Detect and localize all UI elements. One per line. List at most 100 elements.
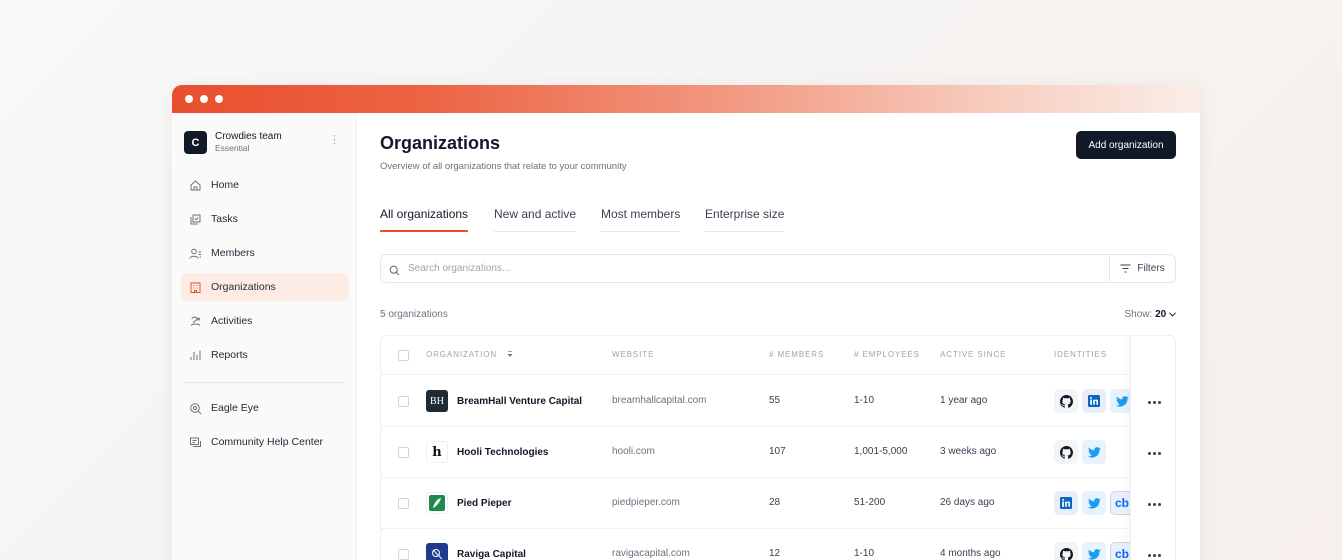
search-input[interactable] <box>408 258 1098 279</box>
filters-button[interactable]: Filters <box>1109 255 1175 282</box>
org-active-since: 26 days ago <box>940 497 995 508</box>
org-active-since: 3 weeks ago <box>940 446 997 457</box>
members-icon <box>189 247 202 260</box>
row-checkbox[interactable] <box>398 498 409 509</box>
row-more-icon[interactable] <box>1145 497 1163 511</box>
github-icon[interactable] <box>1054 389 1078 413</box>
organizations-table: Organization Website # Members # Employe… <box>380 335 1176 560</box>
row-more-icon[interactable] <box>1145 446 1163 460</box>
org-members: 55 <box>769 395 781 406</box>
org-logo: BH <box>426 390 448 412</box>
page-subtitle: Overview of all organizations that relat… <box>380 161 627 172</box>
sidebar-item-eagle-eye[interactable]: Eagle Eye <box>181 394 349 422</box>
pied-piper-logo <box>426 492 448 514</box>
activities-icon <box>189 315 202 328</box>
eagle-eye-icon <box>189 402 202 415</box>
org-website[interactable]: piedpieper.com <box>612 497 680 508</box>
sidebar-item-help-center[interactable]: Community Help Center <box>181 428 349 456</box>
sidebar-item-label: Organizations <box>211 281 276 293</box>
table-row[interactable]: BH BreamHall Venture Capital breamhallca… <box>381 376 1175 427</box>
column-header-identities: Identities <box>1054 350 1108 359</box>
org-website[interactable]: ravigacapital.com <box>612 548 690 559</box>
row-more-icon[interactable] <box>1145 395 1163 409</box>
table-row[interactable]: Pied Pieper piedpieper.com 28 51-200 26 … <box>381 478 1175 529</box>
sidebar-item-label: Reports <box>211 349 248 361</box>
sidebar-item-label: Tasks <box>211 213 238 225</box>
sidebar-item-members[interactable]: Members <box>181 239 349 267</box>
linkedin-icon[interactable] <box>1054 491 1078 515</box>
twitter-icon[interactable] <box>1082 542 1106 560</box>
team-plan: Essential <box>215 143 250 153</box>
filters-label: Filters <box>1137 263 1165 274</box>
sidebar-item-activities[interactable]: Activities <box>181 307 349 335</box>
org-name[interactable]: Pied Pieper <box>457 498 511 509</box>
org-name[interactable]: Hooli Technologies <box>457 447 548 458</box>
org-name[interactable]: Raviga Capital <box>457 549 526 560</box>
org-name[interactable]: BreamHall Venture Capital <box>457 396 582 407</box>
org-employees: 1,001-5,000 <box>854 446 908 457</box>
tab-enterprise-size[interactable]: Enterprise size <box>705 207 785 232</box>
chevron-down-icon <box>1169 312 1176 317</box>
window-dot-maximize[interactable] <box>215 95 223 103</box>
sidebar-item-label: Members <box>211 247 255 259</box>
team-switcher[interactable]: C Crowdies team Essential ⋮ <box>184 131 344 155</box>
page-title: Organizations <box>380 133 501 153</box>
organizations-count: 5 organizations <box>380 309 448 320</box>
table-row[interactable]: h Hooli Technologies hooli.com 107 1,001… <box>381 427 1175 478</box>
page-size-select[interactable]: Show: 20 <box>1125 309 1176 320</box>
raviga-logo <box>426 543 448 560</box>
tab-most-members[interactable]: Most members <box>601 207 681 232</box>
table-header: Organization Website # Members # Employe… <box>381 336 1175 375</box>
search-bar: Filters <box>380 254 1176 283</box>
org-website[interactable]: breamhallcapital.com <box>612 395 707 406</box>
column-header-website: Website <box>612 350 655 359</box>
sidebar-item-home[interactable]: Home <box>181 171 349 199</box>
search-icon <box>389 263 400 281</box>
row-checkbox[interactable] <box>398 447 409 458</box>
sidebar-item-reports[interactable]: Reports <box>181 341 349 369</box>
page-size-prefix: Show: <box>1124 309 1153 320</box>
select-all-checkbox[interactable] <box>398 350 409 361</box>
org-members: 28 <box>769 497 781 508</box>
org-active-since: 1 year ago <box>940 395 988 406</box>
window-dot-minimize[interactable] <box>200 95 208 103</box>
column-header-employees: # Employees <box>854 350 920 359</box>
column-header-organization[interactable]: Organization <box>426 350 514 359</box>
row-actions-column <box>1130 336 1175 560</box>
org-website[interactable]: hooli.com <box>612 446 655 457</box>
github-icon[interactable] <box>1054 542 1078 560</box>
tab-all-organizations[interactable]: All organizations <box>380 207 469 232</box>
row-more-icon[interactable] <box>1145 548 1163 560</box>
sidebar-item-label: Eagle Eye <box>211 402 259 414</box>
window-dot-close[interactable] <box>185 95 193 103</box>
twitter-icon[interactable] <box>1082 491 1106 515</box>
tab-new-and-active[interactable]: New and active <box>494 207 577 232</box>
org-active-since: 4 months ago <box>940 548 1001 559</box>
tab-bar: All organizations New and active Most me… <box>380 207 1177 233</box>
org-logo: h <box>426 441 448 463</box>
sidebar-item-label: Home <box>211 179 240 191</box>
github-icon[interactable] <box>1054 440 1078 464</box>
table-row[interactable]: Raviga Capital ravigacapital.com 12 1-10… <box>381 529 1175 560</box>
tasks-icon <box>189 213 202 226</box>
twitter-icon[interactable] <box>1082 440 1106 464</box>
org-members: 107 <box>769 446 786 457</box>
help-center-icon <box>189 436 202 449</box>
column-header-active-since: Active since <box>940 350 1007 359</box>
org-employees: 51-200 <box>854 497 886 508</box>
row-checkbox[interactable] <box>398 549 409 560</box>
add-organization-button[interactable]: Add organization <box>1076 131 1176 159</box>
sidebar-item-tasks[interactable]: Tasks <box>181 205 349 233</box>
row-checkbox[interactable] <box>398 396 409 407</box>
reports-icon <box>189 349 202 362</box>
sidebar-item-label: Community Help Center <box>211 436 324 448</box>
linkedin-icon[interactable] <box>1082 389 1106 413</box>
column-label: Organization <box>426 350 498 359</box>
vertical-dots-icon[interactable]: ⋮ <box>329 135 340 146</box>
sort-icon <box>507 351 513 357</box>
org-members: 12 <box>769 548 781 559</box>
sidebar-item-organizations[interactable]: Organizations <box>181 273 349 301</box>
team-logo: C <box>184 131 207 154</box>
app-window: C Crowdies team Essential ⋮ Home Tasks M… <box>172 85 1200 560</box>
page-size-value: 20 <box>1155 309 1167 320</box>
